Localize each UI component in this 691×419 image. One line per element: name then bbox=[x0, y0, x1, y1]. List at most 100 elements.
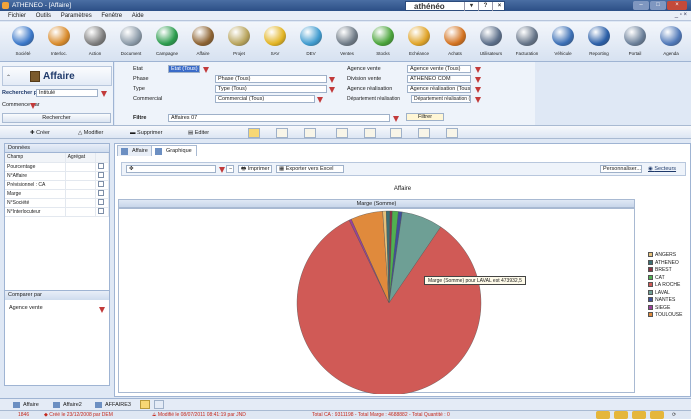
row-checkbox[interactable] bbox=[97, 198, 104, 205]
close-icon[interactable]: × bbox=[667, 1, 687, 10]
toolbar-dev-button[interactable]: DEV bbox=[294, 24, 328, 60]
tab-affaire[interactable]: Affaire bbox=[117, 145, 153, 156]
toolbar-portail-button[interactable]: Portail bbox=[618, 24, 652, 60]
rechercher-button[interactable]: Rechercher bbox=[2, 113, 111, 123]
toolbar-building-button[interactable]: Société bbox=[6, 24, 40, 60]
view-list-icon[interactable] bbox=[304, 128, 316, 138]
agence-realisation-dropdown-icon[interactable] bbox=[475, 87, 481, 93]
view-gear-icon[interactable] bbox=[390, 128, 402, 138]
toolbar-sav-button[interactable]: SAV bbox=[258, 24, 292, 60]
phase-select[interactable]: Phase (Tous) bbox=[215, 75, 327, 83]
filtrer-button[interactable]: Filtrer bbox=[406, 113, 444, 121]
row-checkbox[interactable] bbox=[97, 189, 104, 196]
creer-button[interactable]: ✚ Créer bbox=[30, 128, 50, 138]
agregat-cell[interactable] bbox=[65, 189, 96, 199]
toolbar-action-button[interactable]: Action bbox=[78, 24, 112, 60]
bottom-tab-affaire3[interactable]: AFFAIRE3 bbox=[94, 400, 131, 410]
supprimer-button[interactable]: ▬ Supprimer bbox=[130, 128, 162, 138]
menu-fichier[interactable]: Fichier bbox=[8, 11, 26, 21]
filtre-select[interactable]: Affaires 07 bbox=[168, 114, 390, 122]
menu-fenetre[interactable]: Fenêtre bbox=[101, 11, 122, 21]
toolbar-affaire-button[interactable]: Affaire bbox=[186, 24, 220, 60]
toolbar-echeance-button[interactable]: Echéance bbox=[402, 24, 436, 60]
agence-realisation-select[interactable]: Agence réalisation (Tous) bbox=[407, 85, 471, 93]
bottom-tab-affaire[interactable]: Affaire bbox=[12, 400, 39, 410]
comparer-dropdown-icon[interactable] bbox=[99, 307, 105, 313]
brand-dropdown-icon[interactable]: ▾ bbox=[464, 2, 478, 11]
table-row[interactable]: N°Interlocuteur bbox=[5, 207, 110, 217]
toolbar-users-button[interactable]: Utilisateurs bbox=[474, 24, 508, 60]
agregat-cell[interactable] bbox=[65, 207, 96, 217]
row-checkbox[interactable] bbox=[97, 207, 104, 214]
secteurs-link[interactable]: ◉ Secteurs bbox=[648, 166, 676, 172]
toolbar-achats-button[interactable]: Achats bbox=[438, 24, 472, 60]
toolbar-agenda-button[interactable]: Agenda bbox=[654, 24, 688, 60]
type-select[interactable]: Type (Tous) bbox=[215, 85, 327, 93]
minus-icon[interactable]: − bbox=[226, 165, 234, 173]
division-vente-dropdown-icon[interactable] bbox=[475, 77, 481, 83]
bottom-tab-affaire2[interactable]: Affaire2 bbox=[52, 400, 82, 410]
departement-realisation-select[interactable]: Département réalisation (Tous) bbox=[411, 95, 471, 103]
view-grid-icon[interactable] bbox=[248, 128, 260, 138]
series-dropdown-icon[interactable] bbox=[219, 167, 225, 173]
toolbar-projet-button[interactable]: Projet bbox=[222, 24, 256, 60]
commence-par-input[interactable] bbox=[36, 101, 38, 109]
row-checkbox[interactable] bbox=[97, 162, 104, 169]
dropdown-icon[interactable] bbox=[101, 91, 107, 97]
toolbar-document-button[interactable]: Document bbox=[114, 24, 148, 60]
etat-select[interactable]: Etat (Tous) bbox=[168, 65, 200, 73]
view-chart-icon[interactable] bbox=[364, 128, 376, 138]
table-row[interactable]: Pourcentage bbox=[5, 162, 110, 172]
maximize-icon[interactable]: □ bbox=[650, 1, 666, 10]
toolbar-people-button[interactable]: Interloc. bbox=[42, 24, 76, 60]
menu-parametres[interactable]: Paramètres bbox=[61, 11, 92, 21]
editer-button[interactable]: ▤ Editer bbox=[188, 128, 209, 138]
menu-outils[interactable]: Outils bbox=[36, 11, 51, 21]
view-calendar-icon[interactable] bbox=[336, 128, 348, 138]
agregat-cell[interactable] bbox=[65, 180, 96, 190]
table-row[interactable]: N°Société bbox=[5, 198, 110, 208]
table-row[interactable]: Marge bbox=[5, 189, 110, 199]
table-row[interactable]: N°Affaire bbox=[5, 171, 110, 181]
help-icon[interactable]: ? bbox=[478, 2, 492, 11]
etat-dropdown-icon[interactable] bbox=[203, 67, 209, 73]
agregat-cell[interactable] bbox=[65, 162, 96, 172]
agregat-cell[interactable] bbox=[65, 198, 96, 208]
bottom-tab-chart-icon[interactable] bbox=[154, 400, 164, 409]
minimize-icon[interactable]: – bbox=[633, 1, 649, 10]
row-checkbox[interactable] bbox=[97, 171, 104, 178]
chart-series-select[interactable]: ✥ bbox=[126, 165, 216, 173]
view-map-icon[interactable] bbox=[446, 128, 458, 138]
commercial-dropdown-icon[interactable] bbox=[317, 97, 323, 103]
agence-vente-dropdown-icon[interactable] bbox=[475, 67, 481, 73]
toolbar-stocks-button[interactable]: Stocks bbox=[366, 24, 400, 60]
bottom-tab-grid-icon[interactable] bbox=[140, 400, 150, 409]
toolbar-vehicle-button[interactable]: Véhicule bbox=[546, 24, 580, 60]
toolbar-ventes-button[interactable]: Ventes bbox=[330, 24, 364, 60]
comparer-select[interactable]: Agence vente bbox=[7, 305, 97, 313]
commercial-select[interactable]: Commercial (Tous) bbox=[215, 95, 315, 103]
type-dropdown-icon[interactable] bbox=[329, 87, 335, 93]
menu-aide[interactable]: Aide bbox=[132, 11, 144, 21]
view-export-icon[interactable] bbox=[418, 128, 430, 138]
toolbar-facturation-button[interactable]: Facturation bbox=[510, 24, 544, 60]
view-form-icon[interactable] bbox=[276, 128, 288, 138]
departement-realisation-dropdown-icon[interactable] bbox=[475, 97, 481, 103]
division-vente-select[interactable]: ATHENEO COM bbox=[407, 75, 471, 83]
mdi-controls[interactable]: _ ▫ × bbox=[675, 12, 687, 18]
modifier-button[interactable]: △ Modifier bbox=[78, 128, 103, 138]
table-row[interactable]: Prévisionnel : CA bbox=[5, 180, 110, 190]
row-checkbox[interactable] bbox=[97, 180, 104, 187]
exporter-excel-button[interactable]: ▦ Exporter vers Excel bbox=[276, 165, 344, 173]
agence-vente-select[interactable]: Agence vente (Tous) bbox=[407, 65, 471, 73]
toolbar-campaign-button[interactable]: Campagne bbox=[150, 24, 184, 60]
personnaliser-button[interactable]: Personnaliser... bbox=[600, 165, 642, 173]
rechercher-par-select[interactable]: Intitulé bbox=[36, 89, 98, 97]
filtre-dropdown-icon[interactable] bbox=[393, 116, 399, 122]
imprimer-button[interactable]: 🖶 Imprimer bbox=[238, 165, 272, 173]
phase-dropdown-icon[interactable] bbox=[329, 77, 335, 83]
tab-graphique[interactable]: Graphique bbox=[151, 145, 197, 156]
collapse-icon[interactable]: ⌃ bbox=[6, 74, 11, 81]
agregat-cell[interactable] bbox=[65, 171, 96, 181]
brand-close-icon[interactable]: × bbox=[492, 2, 506, 11]
